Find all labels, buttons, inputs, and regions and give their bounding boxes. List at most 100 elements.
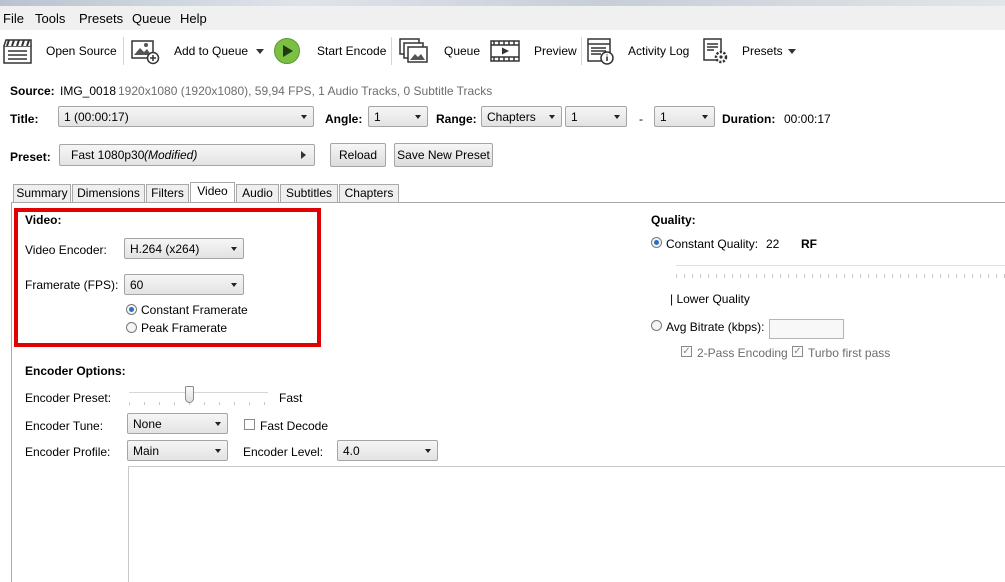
range-end-value: 1 bbox=[660, 110, 667, 124]
avg-bitrate-input[interactable] bbox=[769, 319, 844, 339]
chevron-down-icon bbox=[215, 422, 221, 426]
chevron-down-icon bbox=[215, 449, 221, 453]
range-type-value: Chapters bbox=[487, 110, 536, 124]
angle-label: Angle: bbox=[325, 112, 363, 126]
source-label: Source: bbox=[10, 84, 55, 98]
avg-bitrate-radio[interactable] bbox=[651, 320, 662, 331]
range-end-dropdown[interactable]: 1 bbox=[654, 106, 715, 127]
tab-chapters[interactable]: Chapters bbox=[339, 184, 399, 202]
chevron-down-icon bbox=[301, 115, 307, 119]
chevron-down-icon bbox=[549, 115, 555, 119]
constant-quality-label[interactable]: Constant Quality: bbox=[666, 237, 758, 251]
tab-filters[interactable]: Filters bbox=[146, 184, 189, 202]
title-label: Title: bbox=[10, 112, 39, 126]
fast-decode-checkbox[interactable] bbox=[244, 419, 255, 430]
window-top-strip bbox=[0, 0, 1005, 6]
menu-presets[interactable]: Presets bbox=[79, 11, 123, 26]
toolbar-separator bbox=[391, 37, 392, 65]
encoder-preset-slider-handle[interactable] bbox=[185, 386, 194, 403]
encoder-profile-value: Main bbox=[133, 444, 160, 458]
advanced-options-textarea[interactable] bbox=[128, 466, 1005, 582]
add-to-queue-dropdown-icon[interactable] bbox=[256, 49, 264, 54]
menu-queue[interactable]: Queue bbox=[132, 11, 171, 26]
range-dash: - bbox=[639, 112, 643, 126]
constant-quality-value: 22 bbox=[766, 237, 780, 251]
toolbar-separator bbox=[581, 37, 582, 65]
title-value: 1 (00:00:17) bbox=[64, 110, 129, 124]
title-dropdown[interactable]: 1 (00:00:17) bbox=[58, 106, 314, 127]
menu-help[interactable]: Help bbox=[180, 11, 207, 26]
encoder-profile-dropdown[interactable]: Main bbox=[127, 440, 228, 461]
add-to-queue-button[interactable]: Add to Queue bbox=[174, 44, 248, 58]
presets-dropdown-icon[interactable] bbox=[788, 49, 796, 54]
film-clapper-icon[interactable] bbox=[3, 37, 33, 65]
encoder-tune-value: None bbox=[133, 417, 162, 431]
presets-gear-icon[interactable] bbox=[701, 37, 731, 65]
range-label: Range: bbox=[436, 112, 477, 126]
tab-subtitles[interactable]: Subtitles bbox=[280, 184, 338, 202]
chevron-down-icon bbox=[425, 449, 431, 453]
angle-value: 1 bbox=[374, 110, 381, 124]
range-start-dropdown[interactable]: 1 bbox=[565, 106, 627, 127]
range-start-value: 1 bbox=[571, 110, 578, 124]
chevron-down-icon bbox=[614, 115, 620, 119]
range-type-dropdown[interactable]: Chapters bbox=[481, 106, 562, 127]
reload-button[interactable]: Reload bbox=[330, 143, 386, 167]
avg-bitrate-label[interactable]: Avg Bitrate (kbps): bbox=[666, 320, 764, 334]
save-new-preset-button[interactable]: Save New Preset bbox=[394, 143, 493, 167]
turbo-first-pass-label[interactable]: Turbo first pass bbox=[808, 346, 890, 360]
start-encode-button[interactable]: Start Encode bbox=[317, 44, 386, 58]
encoder-tune-dropdown[interactable]: None bbox=[127, 413, 228, 434]
menu-bar: File Tools Presets Queue Help bbox=[0, 0, 1005, 30]
menu-file[interactable]: File bbox=[3, 11, 24, 26]
lower-quality-label: | Lower Quality bbox=[670, 292, 750, 306]
preset-name: Fast 1080p30 bbox=[71, 148, 145, 162]
constant-quality-radio[interactable] bbox=[651, 237, 662, 248]
tab-video[interactable]: Video bbox=[190, 182, 235, 203]
chevron-down-icon bbox=[702, 115, 708, 119]
preview-button[interactable]: Preview bbox=[534, 44, 577, 58]
encoder-tune-label: Encoder Tune: bbox=[25, 419, 104, 433]
preset-modified: (Modified) bbox=[144, 148, 198, 162]
preset-selector[interactable]: Fast 1080p30 (Modified) bbox=[59, 144, 315, 166]
encoder-level-dropdown[interactable]: 4.0 bbox=[337, 440, 438, 461]
angle-dropdown[interactable]: 1 bbox=[368, 106, 428, 127]
presets-button[interactable]: Presets bbox=[742, 44, 783, 58]
toolbar-separator bbox=[123, 37, 124, 65]
add-to-queue-icon[interactable] bbox=[130, 37, 160, 65]
highlight-annotation bbox=[14, 208, 321, 347]
tab-audio[interactable]: Audio bbox=[236, 184, 279, 202]
queue-button[interactable]: Queue bbox=[444, 44, 480, 58]
encoder-level-value: 4.0 bbox=[343, 444, 360, 458]
two-pass-checkbox[interactable]: ✓ bbox=[681, 346, 692, 357]
activity-log-icon[interactable] bbox=[586, 37, 616, 65]
encoder-level-label: Encoder Level: bbox=[243, 445, 324, 459]
open-source-button[interactable]: Open Source bbox=[46, 44, 117, 58]
quality-slider-ticks bbox=[676, 274, 1005, 278]
quality-slider-track[interactable] bbox=[676, 265, 1005, 266]
duration-value: 00:00:17 bbox=[784, 112, 831, 126]
encoder-preset-slider-ticks bbox=[129, 402, 268, 405]
encoder-preset-label: Encoder Preset: bbox=[25, 391, 112, 405]
turbo-first-pass-checkbox[interactable]: ✓ bbox=[792, 346, 803, 357]
fast-decode-label[interactable]: Fast Decode bbox=[260, 419, 328, 433]
tab-dimensions[interactable]: Dimensions bbox=[72, 184, 145, 202]
encoder-profile-label: Encoder Profile: bbox=[25, 445, 111, 459]
encoder-preset-slider-track[interactable] bbox=[129, 392, 268, 393]
encoder-preset-value: Fast bbox=[279, 391, 303, 405]
chevron-down-icon bbox=[415, 115, 421, 119]
preview-icon[interactable] bbox=[490, 37, 520, 65]
two-pass-label[interactable]: 2-Pass Encoding bbox=[697, 346, 788, 360]
toolbar: Open Source Add to Queue Start Encode Qu… bbox=[0, 30, 1005, 72]
source-name: IMG_0018 bbox=[60, 84, 117, 98]
queue-icon[interactable] bbox=[399, 37, 429, 65]
chevron-right-icon bbox=[301, 151, 306, 159]
encoder-options-title: Encoder Options: bbox=[25, 364, 126, 378]
play-icon[interactable] bbox=[272, 37, 302, 65]
duration-label: Duration: bbox=[722, 112, 776, 126]
activity-log-button[interactable]: Activity Log bbox=[628, 44, 689, 58]
preset-label: Preset: bbox=[10, 150, 51, 164]
menu-tools[interactable]: Tools bbox=[35, 11, 65, 26]
tab-summary[interactable]: Summary bbox=[13, 184, 71, 202]
quality-section-title: Quality: bbox=[651, 213, 696, 227]
